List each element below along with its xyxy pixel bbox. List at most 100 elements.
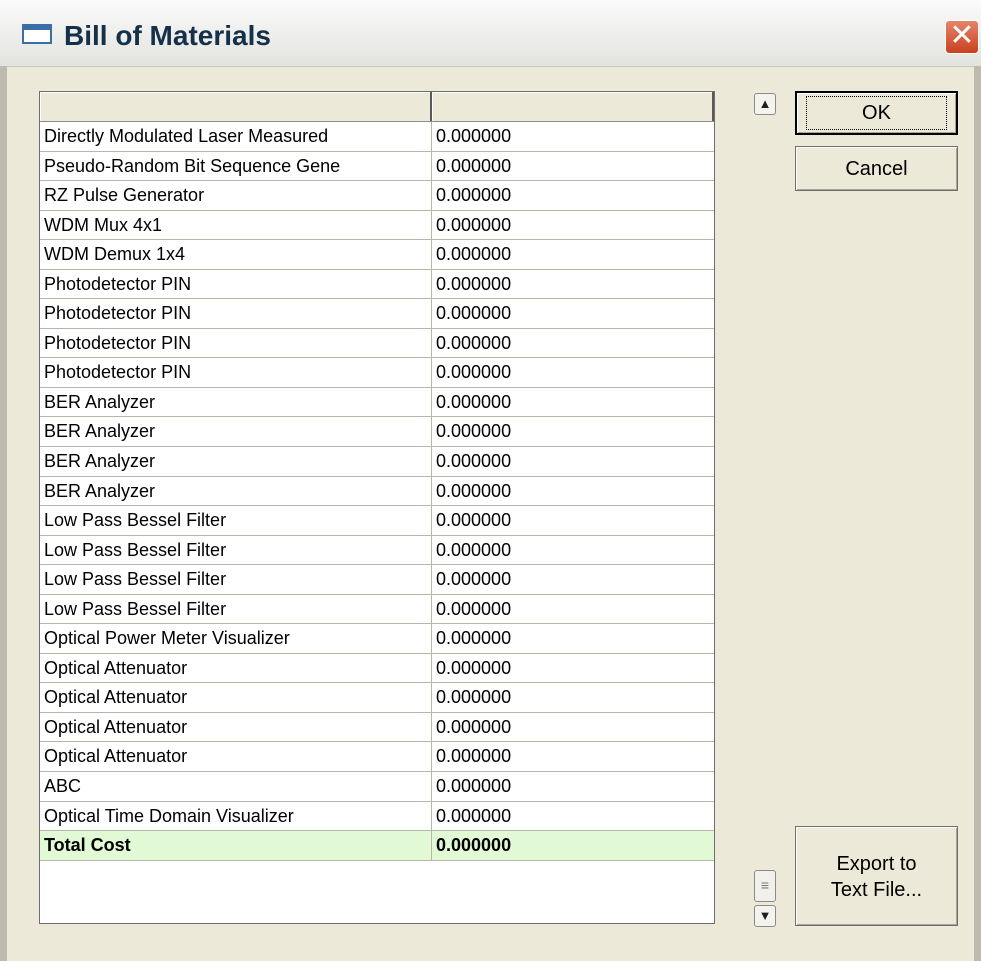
- cost-cell: 0.000000: [436, 539, 512, 560]
- component-name-cell: BER Analyzer: [40, 387, 432, 417]
- cost-cell: 0.000000: [436, 421, 512, 442]
- component-name-cell: Photodetector PIN: [40, 328, 432, 358]
- table-row[interactable]: BER Analyzer 0.000000: [40, 447, 714, 477]
- cost-cell: 0.000000: [436, 687, 512, 708]
- window-icon: [22, 24, 52, 44]
- scroll-down-button[interactable]: ▼: [754, 905, 776, 927]
- cost-cell: 0.000000: [436, 480, 512, 501]
- table-row[interactable]: Low Pass Bessel Filter 0.000000: [40, 535, 714, 566]
- component-name-cell: Optical Attenuator: [40, 742, 432, 772]
- table-row[interactable]: BER Analyzer 0.000000: [40, 476, 714, 507]
- component-name-cell: Low Pass Bessel Filter: [40, 506, 432, 535]
- cost-cell: 0.000000: [436, 244, 512, 265]
- cost-cell: 0.000000: [436, 391, 512, 412]
- table-row[interactable]: Optical Attenuator 0.000000: [40, 712, 714, 743]
- component-name-cell: Directly Modulated Laser Measured: [40, 122, 432, 151]
- chevron-up-icon: ▲: [758, 96, 772, 111]
- title-bar[interactable]: Bill of Materials ✕: [0, 0, 981, 67]
- table-row[interactable]: Optical Power Meter Visualizer 0.000000: [40, 624, 714, 654]
- component-name-cell: Photodetector PIN: [40, 299, 432, 328]
- bill-of-materials-dialog: Bill of Materials ✕ Directly Modulated L…: [0, 0, 981, 961]
- cost-cell: 0.000000: [436, 569, 512, 590]
- export-label-line1: Export to: [836, 853, 917, 875]
- scroll-up-button[interactable]: ▲: [754, 93, 776, 115]
- table-row[interactable]: Optical Attenuator 0.000000: [40, 742, 714, 773]
- export-to-text-file-button[interactable]: Export to Text File...: [795, 826, 958, 926]
- cost-cell: 0.000000: [436, 332, 512, 353]
- window-frame-right: [974, 66, 981, 961]
- table-row[interactable]: Optical Time Domain Visualizer 0.000000: [40, 801, 714, 832]
- component-name-cell: Optical Power Meter Visualizer: [40, 624, 432, 653]
- column-header-name[interactable]: [40, 92, 432, 121]
- cost-cell: 0.000000: [436, 598, 512, 619]
- component-name-cell: WDM Mux 4x1: [40, 210, 432, 240]
- component-name-cell: Low Pass Bessel Filter: [40, 594, 432, 624]
- component-name-cell: Low Pass Bessel Filter: [40, 535, 432, 565]
- total-label: Total Cost: [40, 831, 432, 860]
- table-row[interactable]: Pseudo-Random Bit Sequence Gene 0.000000: [40, 151, 714, 182]
- total-row[interactable]: Total Cost 0.000000: [40, 831, 714, 861]
- table-row[interactable]: Low Pass Bessel Filter 0.000000: [40, 506, 714, 536]
- cost-cell: 0.000000: [436, 126, 512, 146]
- component-name-cell: WDM Demux 1x4: [40, 240, 432, 269]
- cost-cell: 0.000000: [436, 273, 512, 294]
- table-row[interactable]: Optical Attenuator 0.000000: [40, 683, 714, 713]
- table-body: Directly Modulated Laser Measured 0.00000…: [40, 122, 714, 832]
- cost-cell: 0.000000: [436, 746, 512, 767]
- table-row[interactable]: BER Analyzer 0.000000: [40, 387, 714, 418]
- ok-button[interactable]: OK: [795, 91, 958, 135]
- bom-table: Directly Modulated Laser Measured 0.00000…: [39, 91, 715, 924]
- component-name-cell: BER Analyzer: [40, 476, 432, 506]
- chevron-down-icon: ▼: [758, 908, 772, 923]
- cost-cell: 0.000000: [436, 805, 512, 826]
- cost-cell: 0.000000: [436, 185, 512, 206]
- window-frame-left: [0, 66, 7, 961]
- table-row[interactable]: Low Pass Bessel Filter 0.000000: [40, 594, 714, 625]
- component-name-cell: ABC: [40, 772, 432, 801]
- cost-cell: 0.000000: [436, 362, 512, 383]
- table-row[interactable]: WDM Demux 1x4 0.000000: [40, 240, 714, 270]
- component-name-cell: Photodetector PIN: [40, 269, 432, 299]
- component-name-cell: Optical Attenuator: [40, 712, 432, 742]
- export-label-line2: Text File...: [830, 879, 923, 901]
- window-title: Bill of Materials: [64, 20, 271, 51]
- ok-label: OK: [806, 96, 947, 130]
- vertical-scrollbar[interactable]: ▲ ≡ ▼: [754, 93, 776, 927]
- table-row[interactable]: Photodetector PIN 0.000000: [40, 358, 714, 388]
- component-name-cell: BER Analyzer: [40, 447, 432, 476]
- cost-cell: 0.000000: [436, 303, 512, 324]
- table-row[interactable]: Directly Modulated Laser Measured 0.00000…: [40, 122, 714, 152]
- component-name-cell: Pseudo-Random Bit Sequence Gene: [40, 151, 432, 181]
- component-name-cell: Low Pass Bessel Filter: [40, 565, 432, 594]
- cost-cell: 0.000000: [436, 657, 512, 678]
- component-name-cell: Photodetector PIN: [40, 358, 432, 387]
- cost-cell: 0.000000: [436, 451, 512, 472]
- cost-cell: 0.000000: [436, 716, 512, 737]
- table-row[interactable]: WDM Mux 4x1 0.000000: [40, 210, 714, 241]
- table-header: [40, 92, 714, 122]
- close-icon: ✕: [949, 18, 975, 53]
- table-row[interactable]: Optical Attenuator 0.000000: [40, 653, 714, 684]
- close-button[interactable]: ✕: [945, 20, 979, 54]
- scroll-thumb[interactable]: ≡: [754, 870, 776, 902]
- table-row[interactable]: BER Analyzer 0.000000: [40, 417, 714, 448]
- cancel-button[interactable]: Cancel: [795, 146, 958, 191]
- component-name-cell: Optical Attenuator: [40, 653, 432, 683]
- component-name-cell: RZ Pulse Generator: [40, 181, 432, 210]
- component-name-cell: BER Analyzer: [40, 417, 432, 447]
- column-header-cost[interactable]: [432, 92, 714, 121]
- grip-icon: ≡: [760, 877, 770, 893]
- component-name-cell: Optical Time Domain Visualizer: [40, 801, 432, 831]
- table-row[interactable]: RZ Pulse Generator 0.000000: [40, 181, 714, 211]
- total-value: 0.000000: [436, 835, 512, 856]
- table-row[interactable]: Low Pass Bessel Filter 0.000000: [40, 565, 714, 595]
- table-row[interactable]: Photodetector PIN 0.000000: [40, 299, 714, 329]
- component-name-cell: Optical Attenuator: [40, 683, 432, 712]
- cost-cell: 0.000000: [436, 155, 512, 176]
- table-row[interactable]: Photodetector PIN 0.000000: [40, 328, 714, 359]
- table-row[interactable]: ABC 0.000000: [40, 772, 714, 802]
- table-row[interactable]: Photodetector PIN 0.000000: [40, 269, 714, 300]
- cost-cell: 0.000000: [436, 776, 512, 797]
- cost-cell: 0.000000: [436, 510, 512, 531]
- cost-cell: 0.000000: [436, 214, 512, 235]
